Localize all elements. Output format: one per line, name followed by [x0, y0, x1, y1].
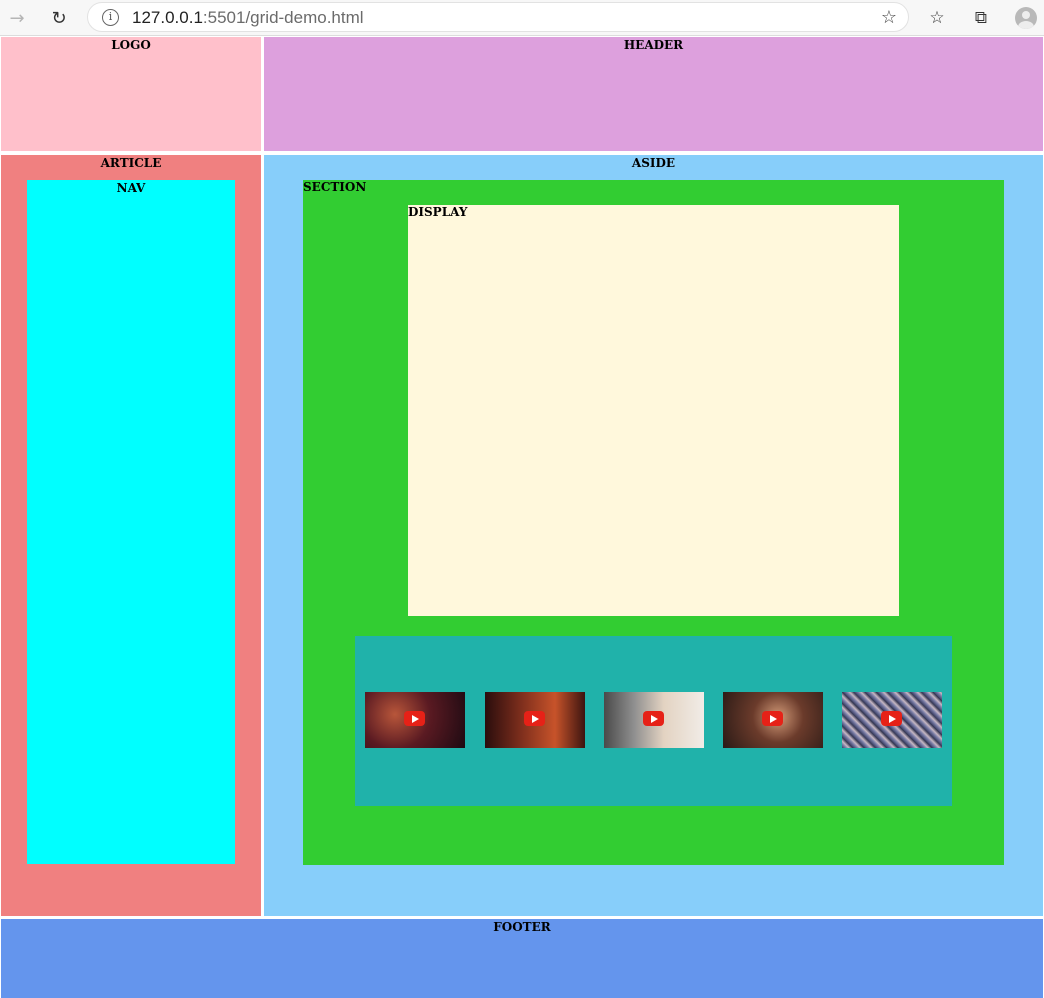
reload-icon[interactable]: ↻	[46, 6, 72, 30]
back-arrow-icon[interactable]: →	[4, 6, 30, 30]
logo-label: LOGO	[111, 38, 151, 52]
grid-page: LOGO HEADER ARTICLE NAV ASIDE SECTION DI…	[0, 36, 1044, 998]
url-host: 127.0.0.1	[132, 8, 203, 27]
browser-toolbar: → ↻ i 127.0.0.1:5501/grid-demo.html ☆ ☆ …	[0, 0, 1044, 36]
aside-label: ASIDE	[631, 156, 676, 170]
address-bar[interactable]: i 127.0.0.1:5501/grid-demo.html ☆	[87, 2, 909, 32]
video-thumbnail-3[interactable]	[604, 692, 704, 748]
url-path: :5501/grid-demo.html	[202, 8, 364, 27]
collections-icon[interactable]: ⧉	[969, 6, 993, 30]
nav-label: NAV	[116, 181, 146, 195]
header-area: HEADER	[264, 37, 1043, 151]
aside-area: ASIDE SECTION DISPLAY	[264, 155, 1043, 916]
section-label: SECTION	[303, 180, 367, 194]
video-thumbnail-1[interactable]	[365, 692, 465, 748]
nav-area: NAV	[27, 180, 235, 864]
play-icon[interactable]	[404, 711, 425, 726]
article-area: ARTICLE NAV	[1, 155, 261, 916]
play-icon[interactable]	[762, 711, 783, 726]
footer-label: FOOTER	[493, 920, 551, 934]
play-icon[interactable]	[524, 711, 545, 726]
url-text[interactable]: 127.0.0.1:5501/grid-demo.html	[132, 8, 364, 28]
footer-area: FOOTER	[1, 919, 1043, 998]
profile-avatar-icon[interactable]	[1014, 6, 1038, 30]
favorites-icon[interactable]: ☆	[925, 6, 949, 30]
play-icon[interactable]	[881, 711, 902, 726]
display-label: DISPLAY	[408, 205, 468, 219]
site-info-icon[interactable]: i	[102, 9, 119, 26]
header-label: HEADER	[623, 38, 684, 52]
display-area: DISPLAY	[408, 205, 899, 616]
video-thumbnail-5[interactable]	[842, 692, 942, 748]
video-thumbnail-4[interactable]	[723, 692, 823, 748]
section-area: SECTION DISPLAY	[303, 180, 1004, 865]
logo-area: LOGO	[1, 37, 261, 151]
play-icon[interactable]	[643, 711, 664, 726]
video-strip	[355, 636, 952, 806]
video-thumbnail-2[interactable]	[485, 692, 585, 748]
article-label: ARTICLE	[100, 156, 162, 170]
add-favorite-icon[interactable]: ☆	[878, 7, 900, 29]
